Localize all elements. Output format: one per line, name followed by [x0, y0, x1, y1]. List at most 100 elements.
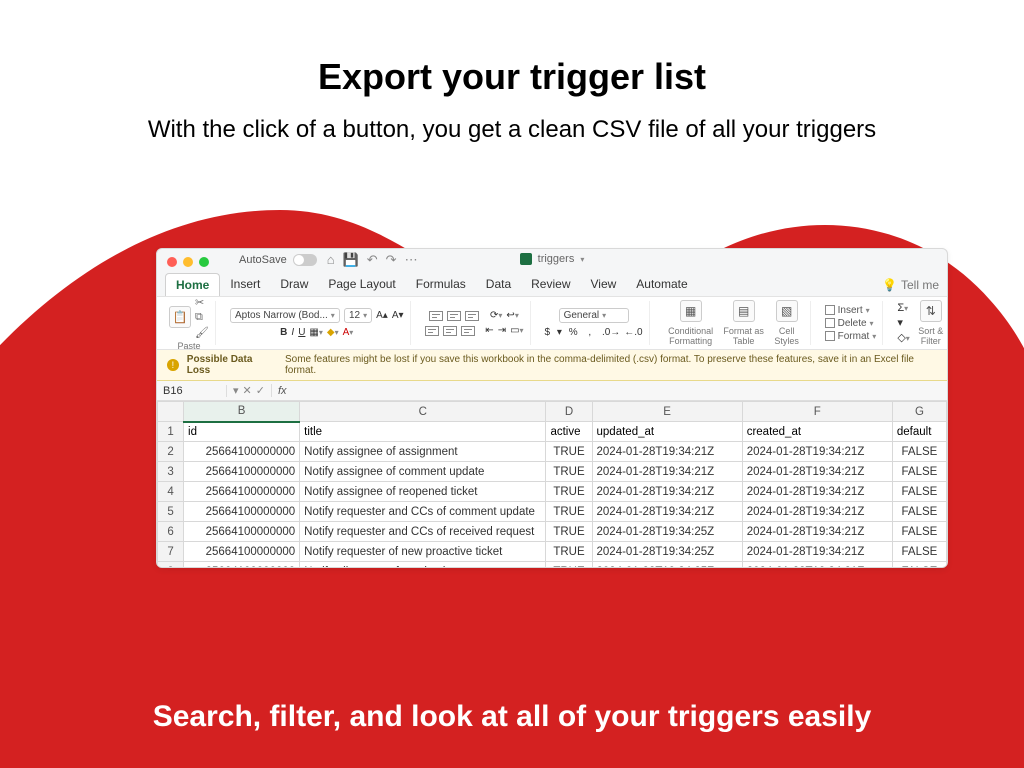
percent-button[interactable]: %: [569, 327, 578, 338]
tab-automate[interactable]: Automate: [626, 273, 697, 296]
row-header[interactable]: 5: [158, 502, 184, 522]
autosum-icon[interactable]: Σ▾: [897, 302, 909, 314]
number-format-dropdown[interactable]: General▾: [559, 308, 629, 323]
cell[interactable]: 2024-01-28T19:34:21Z: [592, 462, 742, 482]
cell[interactable]: 2024-01-28T19:34:21Z: [742, 462, 892, 482]
cell[interactable]: FALSE: [892, 442, 946, 462]
sort-filter-button[interactable]: ⇅: [920, 300, 942, 322]
more-icon[interactable]: ⋯: [405, 252, 418, 268]
cell[interactable]: 25664100000000: [184, 442, 300, 462]
column-header-G[interactable]: G: [892, 402, 946, 422]
format-cells-button[interactable]: Format▾: [825, 331, 877, 342]
cell[interactable]: 2024-01-28T19:34:21Z: [742, 442, 892, 462]
undo-icon[interactable]: ↶: [367, 252, 378, 268]
column-header-B[interactable]: B: [184, 402, 300, 422]
align-bottom-icon[interactable]: [465, 311, 479, 321]
paste-button[interactable]: 📋: [169, 306, 191, 328]
align-middle-icon[interactable]: [447, 311, 461, 321]
save-icon[interactable]: 💾: [343, 252, 359, 268]
row-header[interactable]: 4: [158, 482, 184, 502]
fill-color-button[interactable]: ◆▾: [327, 327, 339, 338]
cell[interactable]: TRUE: [546, 562, 592, 569]
column-header-E[interactable]: E: [592, 402, 742, 422]
cell[interactable]: FALSE: [892, 542, 946, 562]
cell[interactable]: id: [184, 422, 300, 442]
maximize-icon[interactable]: [199, 257, 209, 267]
align-top-icon[interactable]: [429, 311, 443, 321]
cell[interactable]: title: [300, 422, 546, 442]
cell[interactable]: FALSE: [892, 522, 946, 542]
select-all-corner[interactable]: [158, 402, 184, 422]
cell[interactable]: FALSE: [892, 562, 946, 569]
cell[interactable]: 2024-01-28T19:34:25Z: [592, 522, 742, 542]
cell[interactable]: FALSE: [892, 482, 946, 502]
underline-button[interactable]: U: [298, 327, 305, 338]
cell[interactable]: 2024-01-28T19:34:21Z: [742, 542, 892, 562]
delete-cells-button[interactable]: Delete▾: [825, 318, 877, 329]
cell[interactable]: 25664100000000: [184, 542, 300, 562]
autosave-toggle[interactable]: AutoSave: [239, 254, 317, 266]
cell[interactable]: Notify requester and CCs of comment upda…: [300, 502, 546, 522]
row-header[interactable]: 2: [158, 442, 184, 462]
merge-button[interactable]: ▭▾: [510, 325, 523, 336]
cell[interactable]: 25664100000000: [184, 482, 300, 502]
cell[interactable]: default: [892, 422, 946, 442]
cell[interactable]: 2024-01-28T19:34:21Z: [592, 442, 742, 462]
cell[interactable]: Notify requester of new proactive ticket: [300, 542, 546, 562]
tell-me-search[interactable]: 💡 Tell me: [882, 273, 939, 296]
cell[interactable]: 25664100000000: [184, 562, 300, 569]
align-left-icon[interactable]: [425, 326, 439, 336]
align-right-icon[interactable]: [461, 326, 475, 336]
increase-indent-icon[interactable]: ⇥: [498, 325, 506, 336]
cell[interactable]: Notify requester and CCs of received req…: [300, 522, 546, 542]
cell[interactable]: 25664100000000: [184, 522, 300, 542]
format-painter-icon[interactable]: 🖌: [195, 326, 209, 339]
cancel-formula-icon[interactable]: ✕: [243, 384, 252, 397]
name-box[interactable]: B16: [157, 385, 227, 397]
decrease-font-icon[interactable]: A▾: [392, 310, 404, 321]
cell[interactable]: active: [546, 422, 592, 442]
cell[interactable]: 2024-01-28T19:34:21Z: [742, 482, 892, 502]
cell[interactable]: TRUE: [546, 462, 592, 482]
cell[interactable]: 2024-01-28T19:34:21Z: [742, 502, 892, 522]
tab-insert[interactable]: Insert: [220, 273, 270, 296]
cell[interactable]: TRUE: [546, 522, 592, 542]
align-center-icon[interactable]: [443, 326, 457, 336]
column-header-F[interactable]: F: [742, 402, 892, 422]
enter-formula-icon[interactable]: ✓: [256, 384, 265, 397]
row-header[interactable]: 1: [158, 422, 184, 442]
tab-data[interactable]: Data: [476, 273, 521, 296]
cell[interactable]: 25664100000000: [184, 502, 300, 522]
border-button[interactable]: ▦▾: [309, 327, 322, 338]
orientation-icon[interactable]: ⟳▾: [490, 310, 502, 321]
column-header-D[interactable]: D: [546, 402, 592, 422]
tab-page-layout[interactable]: Page Layout: [318, 273, 405, 296]
row-header[interactable]: 8: [158, 562, 184, 569]
cell[interactable]: created_at: [742, 422, 892, 442]
minimize-icon[interactable]: [183, 257, 193, 267]
cell[interactable]: TRUE: [546, 542, 592, 562]
comma-button[interactable]: ,: [588, 327, 591, 338]
cell-styles-button[interactable]: ▧: [776, 300, 798, 322]
cell[interactable]: Notify assignee of assignment: [300, 442, 546, 462]
cell[interactable]: TRUE: [546, 502, 592, 522]
tab-view[interactable]: View: [581, 273, 627, 296]
decrease-indent-icon[interactable]: ⇤: [485, 325, 493, 336]
spreadsheet-grid[interactable]: B C D E F G 1idtitleactiveupdated_atcrea…: [157, 401, 947, 568]
clear-icon[interactable]: ◇▾: [897, 331, 909, 344]
copy-icon[interactable]: ⧉: [195, 311, 209, 324]
tab-formulas[interactable]: Formulas: [406, 273, 476, 296]
conditional-formatting-button[interactable]: ▦: [680, 300, 702, 322]
tab-draw[interactable]: Draw: [270, 273, 318, 296]
close-icon[interactable]: [167, 257, 177, 267]
cell[interactable]: Notify assignee of comment update: [300, 462, 546, 482]
tab-review[interactable]: Review: [521, 273, 580, 296]
font-name-dropdown[interactable]: Aptos Narrow (Bod...▾: [230, 308, 340, 323]
cell[interactable]: 2024-01-28T19:34:21Z: [742, 562, 892, 569]
cell[interactable]: 2024-01-28T19:34:21Z: [742, 522, 892, 542]
cell[interactable]: 2024-01-28T19:34:21Z: [592, 502, 742, 522]
cut-icon[interactable]: ✂: [195, 296, 209, 309]
decrease-decimal-icon[interactable]: ←.0: [624, 327, 642, 338]
cell[interactable]: Notify all agents of received request: [300, 562, 546, 569]
insert-cells-button[interactable]: Insert▾: [825, 305, 877, 316]
